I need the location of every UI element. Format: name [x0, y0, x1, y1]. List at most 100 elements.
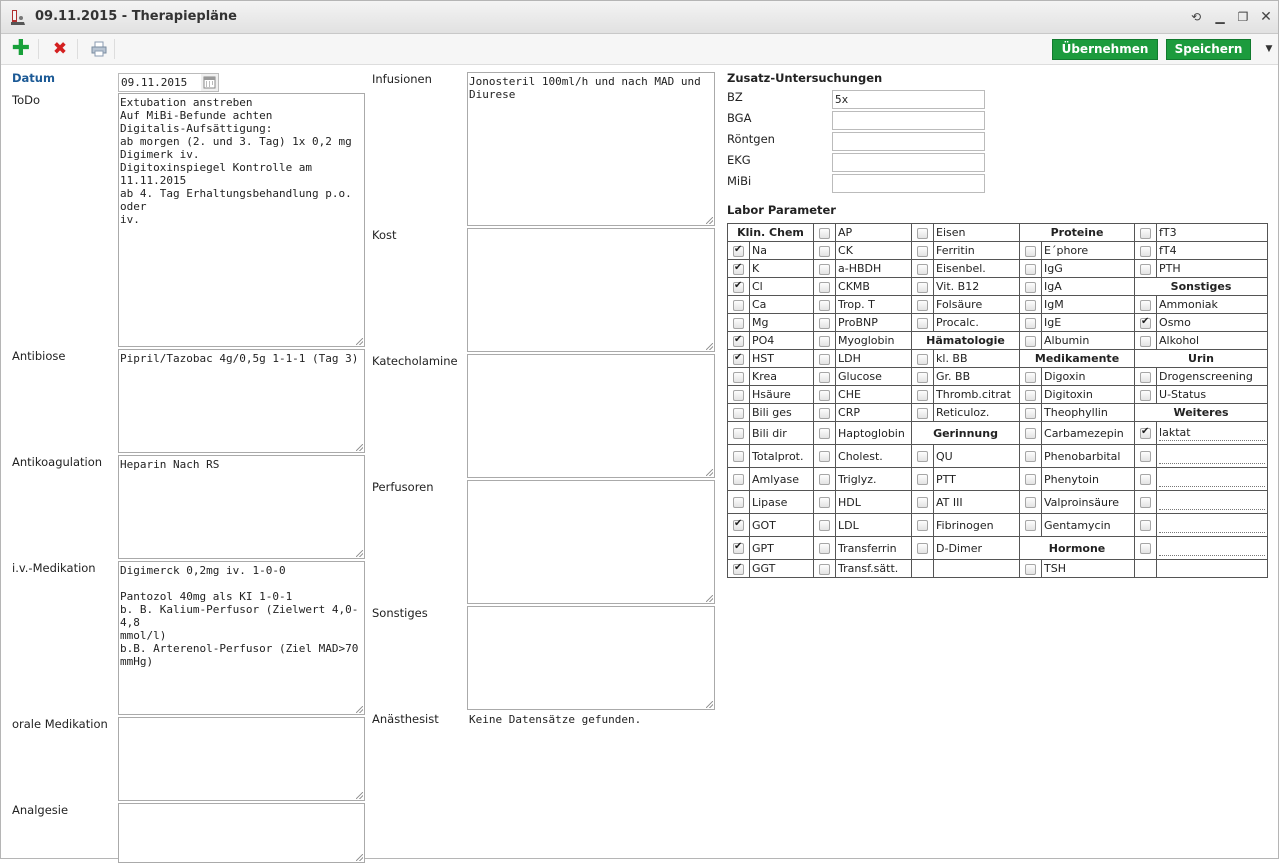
labor-checkbox[interactable]: [917, 317, 929, 329]
labor-checkbox[interactable]: [917, 520, 929, 531]
labor-checkbox[interactable]: [1025, 389, 1037, 401]
labor-checkbox[interactable]: [917, 263, 929, 275]
minimize-icon[interactable]: ▁: [1212, 8, 1228, 26]
labor-checkbox[interactable]: [917, 299, 929, 311]
labor-checkbox[interactable]: [733, 562, 744, 575]
labor-checkbox[interactable]: [1025, 245, 1037, 257]
labor-checkbox[interactable]: [917, 245, 929, 257]
labor-checkbox[interactable]: [733, 389, 744, 401]
perfusoren-textarea[interactable]: [467, 480, 715, 604]
labor-checkbox[interactable]: [819, 299, 831, 311]
labor-checkbox[interactable]: [917, 227, 929, 239]
zusatz-input[interactable]: [832, 111, 985, 130]
labor-checkbox[interactable]: [1025, 263, 1037, 275]
labor-checkbox[interactable]: [733, 407, 744, 419]
labor-checkbox[interactable]: [733, 334, 744, 347]
labor-checkbox[interactable]: [917, 389, 929, 401]
labor-checkbox[interactable]: [819, 474, 831, 485]
infusionen-textarea[interactable]: Jonosteril 100ml/h und nach MAD und Diur…: [467, 72, 715, 226]
labor-checkbox[interactable]: [819, 451, 831, 462]
labor-checkbox[interactable]: [1140, 371, 1152, 383]
todo-textarea[interactable]: Extubation anstreben Auf MiBi-Befunde ac…: [118, 93, 365, 347]
labor-checkbox[interactable]: [819, 407, 831, 419]
labor-checkbox[interactable]: [733, 352, 744, 365]
labor-checkbox[interactable]: [1025, 281, 1037, 293]
labor-write-in-field[interactable]: [1159, 494, 1266, 510]
labor-checkbox[interactable]: [917, 474, 929, 485]
kost-textarea[interactable]: [467, 228, 715, 352]
labor-write-in-field[interactable]: [1159, 540, 1266, 556]
restore-icon[interactable]: ❐: [1235, 8, 1251, 26]
zusatz-input[interactable]: [832, 153, 985, 172]
labor-checkbox[interactable]: [1140, 543, 1152, 554]
labor-checkbox[interactable]: [917, 543, 929, 554]
katecholamine-textarea[interactable]: [467, 354, 715, 478]
labor-checkbox[interactable]: [1140, 227, 1152, 239]
zusatz-input[interactable]: [832, 132, 985, 151]
labor-checkbox[interactable]: [1140, 299, 1152, 311]
labor-checkbox[interactable]: [1140, 474, 1152, 485]
labor-checkbox[interactable]: [819, 245, 831, 257]
chevron-down-icon[interactable]: ▼: [1262, 39, 1276, 60]
labor-checkbox[interactable]: [1025, 497, 1037, 508]
add-button[interactable]: ✚: [9, 38, 33, 60]
labor-checkbox[interactable]: [733, 244, 744, 257]
apply-button[interactable]: Übernehmen: [1052, 39, 1158, 60]
labor-checkbox[interactable]: [733, 299, 744, 311]
labor-checkbox[interactable]: [1140, 245, 1152, 257]
labor-checkbox[interactable]: [733, 541, 744, 554]
labor-checkbox[interactable]: [819, 497, 831, 508]
labor-checkbox[interactable]: [1025, 451, 1037, 462]
labor-write-in-field[interactable]: [1159, 471, 1266, 487]
labor-checkbox[interactable]: [733, 497, 744, 508]
labor-checkbox[interactable]: [1025, 407, 1037, 419]
save-button[interactable]: Speichern: [1166, 39, 1251, 60]
labor-checkbox[interactable]: [1140, 497, 1152, 508]
antibiose-textarea[interactable]: Pipril/Tazobac 4g/0,5g 1-1-1 (Tag 3): [118, 349, 365, 453]
iv-medikation-textarea[interactable]: Digimerck 0,2mg iv. 1-0-0 Pantozol 40mg …: [118, 561, 365, 715]
datum-input[interactable]: 09.11.2015: [118, 73, 202, 92]
labor-checkbox[interactable]: [733, 518, 744, 531]
labor-checkbox[interactable]: [1025, 520, 1037, 531]
refresh-icon[interactable]: ⟲: [1188, 8, 1204, 26]
labor-checkbox[interactable]: [819, 428, 831, 439]
labor-checkbox[interactable]: [819, 335, 831, 347]
labor-checkbox[interactable]: [1140, 316, 1152, 329]
labor-checkbox[interactable]: [1025, 563, 1037, 575]
labor-checkbox[interactable]: [917, 281, 929, 293]
labor-checkbox[interactable]: [1025, 371, 1037, 383]
labor-checkbox[interactable]: [819, 563, 831, 575]
labor-checkbox[interactable]: [1140, 426, 1152, 439]
delete-button[interactable]: ✖: [48, 38, 72, 60]
labor-checkbox[interactable]: [1140, 263, 1152, 275]
labor-checkbox[interactable]: [917, 353, 929, 365]
labor-checkbox[interactable]: [733, 317, 744, 329]
labor-checkbox[interactable]: [819, 227, 831, 239]
labor-checkbox[interactable]: [1025, 474, 1037, 485]
zusatz-input[interactable]: 5x: [832, 90, 985, 109]
sonstiges-textarea[interactable]: [467, 606, 715, 710]
labor-checkbox[interactable]: [1140, 451, 1152, 462]
labor-checkbox[interactable]: [917, 451, 929, 462]
labor-checkbox[interactable]: [733, 262, 744, 275]
labor-checkbox[interactable]: [917, 407, 929, 419]
zusatz-input[interactable]: [832, 174, 985, 193]
labor-checkbox[interactable]: [1025, 317, 1037, 329]
labor-checkbox[interactable]: [1140, 389, 1152, 401]
labor-checkbox[interactable]: [819, 353, 831, 365]
labor-checkbox[interactable]: [819, 281, 831, 293]
labor-checkbox[interactable]: [819, 389, 831, 401]
labor-checkbox[interactable]: [733, 474, 744, 485]
labor-checkbox[interactable]: [819, 317, 831, 329]
labor-checkbox[interactable]: [819, 543, 831, 554]
labor-checkbox[interactable]: [1140, 520, 1152, 531]
labor-checkbox[interactable]: [819, 263, 831, 275]
antikoagulation-textarea[interactable]: Heparin Nach RS: [118, 455, 365, 559]
print-button[interactable]: [87, 38, 111, 60]
labor-checkbox[interactable]: [1140, 335, 1152, 347]
close-icon[interactable]: ✕: [1258, 8, 1274, 26]
labor-checkbox[interactable]: [1025, 428, 1037, 439]
calendar-icon[interactable]: [201, 73, 219, 92]
labor-checkbox[interactable]: [819, 371, 831, 383]
orale-medikation-textarea[interactable]: [118, 717, 365, 801]
